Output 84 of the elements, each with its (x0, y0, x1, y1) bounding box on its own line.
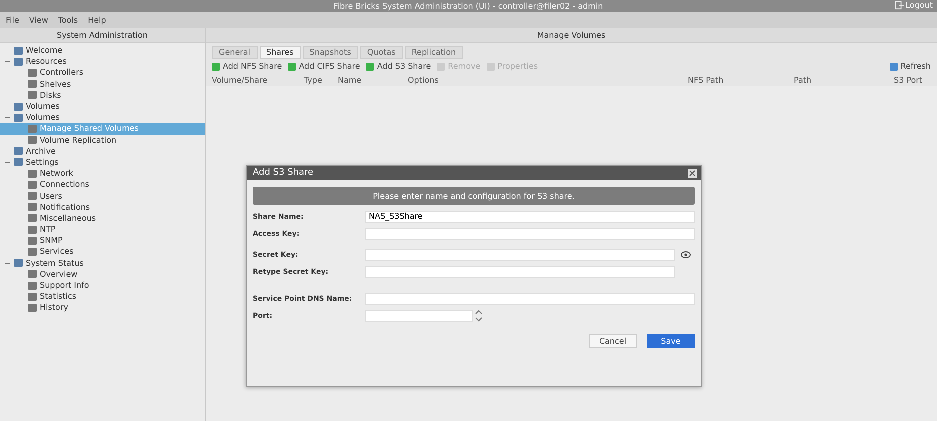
cancel-button[interactable]: Cancel (589, 334, 637, 348)
tree-icon (13, 157, 24, 168)
tree-item[interactable]: Support Info (0, 280, 205, 292)
tree-item[interactable]: Miscellaneous (0, 212, 205, 224)
tree-icon (13, 258, 24, 268)
password-field[interactable] (365, 248, 675, 260)
dialog-title: Add S3 Share (253, 168, 314, 178)
menu-item[interactable]: Help (88, 16, 106, 24)
tree-item[interactable]: Settings (0, 156, 205, 168)
tree-icon (27, 236, 38, 246)
tree-icon (27, 213, 38, 224)
tree-icon (13, 112, 24, 123)
input-field[interactable] (365, 292, 695, 304)
tree-item[interactable]: Controllers (0, 67, 205, 79)
tree-item[interactable]: Volumes (0, 100, 205, 112)
tree-item[interactable]: Connections (0, 179, 205, 190)
tree-icon (13, 46, 24, 56)
tree-item[interactable]: Resources (0, 56, 205, 68)
tree-item[interactable]: Services (0, 246, 205, 258)
tab[interactable]: Replication (404, 46, 464, 59)
tree-item[interactable]: Disks (0, 90, 205, 101)
panel-title: System Administration (57, 30, 148, 40)
tree-item[interactable]: Archive (0, 146, 205, 157)
tree-icon (27, 124, 38, 134)
toolbar-button[interactable]: Add NFS Share (212, 62, 282, 71)
tree-icon (27, 79, 38, 90)
tree-icon (27, 269, 38, 280)
tree-icon (27, 180, 38, 190)
column-header[interactable]: Type (304, 76, 338, 84)
tree-item[interactable]: Notifications (0, 202, 205, 213)
menu-item[interactable]: Tools (58, 16, 78, 24)
tree-icon (27, 191, 38, 202)
tree-item[interactable]: Users (0, 190, 205, 202)
menu-item[interactable]: File (6, 16, 20, 24)
refresh-button[interactable]: Refresh (890, 62, 931, 71)
tree-icon (13, 102, 24, 112)
save-button[interactable]: Save (647, 334, 695, 348)
spinner-icon[interactable] (475, 308, 483, 322)
tree-icon (27, 302, 38, 313)
tree-item[interactable]: System Status (0, 258, 205, 269)
tree-item[interactable]: NTP (0, 224, 205, 236)
tree-icon (27, 280, 38, 291)
tree-item[interactable]: History (0, 302, 205, 314)
number-field[interactable] (365, 310, 473, 322)
tree-item[interactable]: Shelves (0, 78, 205, 90)
logout-icon (894, 1, 904, 10)
tree-icon (27, 90, 38, 100)
column-header[interactable]: NFS Path (688, 76, 794, 84)
tree-item[interactable]: SNMP (0, 235, 205, 246)
tree-item[interactable]: Volume Replication (0, 134, 205, 146)
banner-text: Please enter name and configuration for S3 share. (373, 192, 575, 200)
tree-item[interactable]: Welcome (0, 45, 205, 56)
tree-icon (27, 135, 38, 146)
menu-item[interactable]: View (29, 16, 48, 24)
tree-icon (27, 202, 38, 212)
toolbar-button[interactable]: Add S3 Share (366, 62, 432, 71)
toolbar-button[interactable]: Add CIFS Share (288, 62, 360, 71)
tree-item[interactable]: Network (0, 168, 205, 180)
tab[interactable]: General (212, 46, 258, 59)
tree-item[interactable]: Volumes (0, 112, 205, 124)
column-header[interactable]: Options (408, 76, 688, 84)
column-header[interactable]: S3 Port (894, 76, 923, 84)
input-field[interactable]: NAS_S3Share (365, 210, 695, 222)
tree-icon (27, 168, 38, 179)
tree-item[interactable]: Statistics (0, 291, 205, 302)
tab[interactable]: Snapshots (302, 46, 358, 59)
tree-icon (13, 56, 24, 67)
panel-title: Manage Volumes (537, 30, 606, 40)
tab[interactable]: Quotas (360, 46, 403, 59)
tree-item[interactable]: Overview (0, 268, 205, 280)
eye-icon[interactable] (681, 250, 691, 258)
input-field[interactable] (365, 228, 695, 240)
tree-icon (27, 224, 38, 235)
tree-icon (27, 68, 38, 78)
tab[interactable]: Shares (260, 46, 301, 59)
close-button[interactable] (688, 168, 697, 178)
password-field[interactable] (365, 266, 675, 278)
column-header[interactable]: Name (338, 76, 408, 84)
tree-icon (27, 246, 38, 257)
tree-icon (27, 292, 38, 302)
tree-icon (13, 146, 24, 156)
window-title: Fibre Bricks System Administration (UI) - controller@filer02 - admin (334, 2, 604, 10)
column-header[interactable]: Path (794, 76, 894, 84)
column-header[interactable]: Volume/Share (212, 76, 304, 84)
